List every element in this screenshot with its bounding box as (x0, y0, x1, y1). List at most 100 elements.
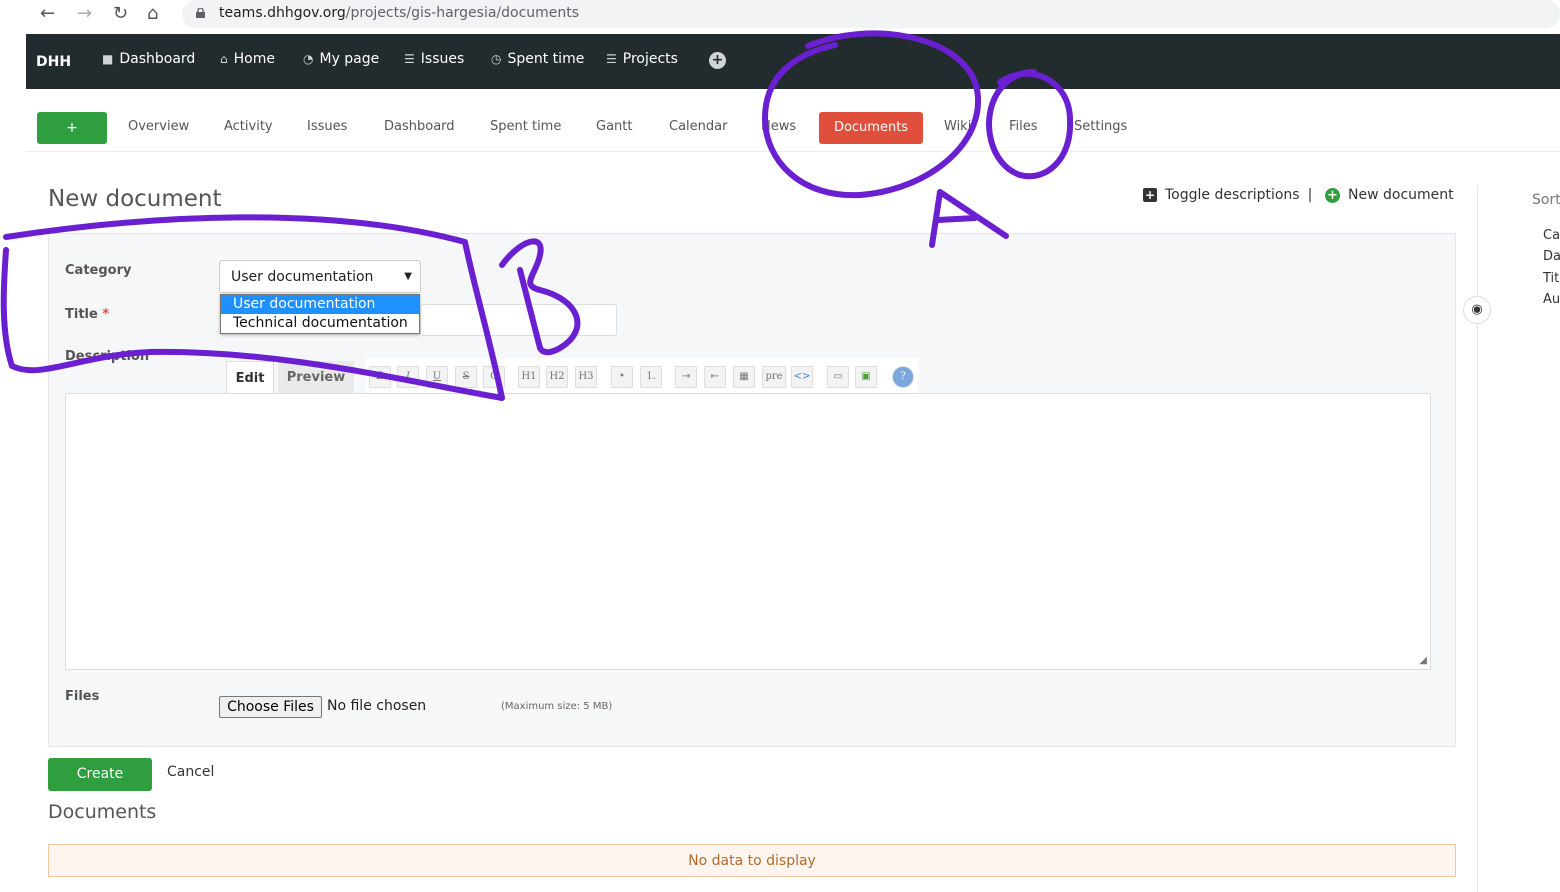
topnav-home[interactable]: ⌂ Home (220, 51, 275, 67)
category-select[interactable]: User documentation ▼ (219, 260, 421, 293)
tab-calendar[interactable]: Calendar (669, 119, 727, 134)
browser-bar: ← → ↻ ⌂ teams.dhhgov.org/projects/gis-ha… (0, 0, 1560, 30)
tab-activity[interactable]: Activity (224, 119, 273, 134)
option-user-documentation[interactable]: User documentation (221, 295, 419, 314)
cancel-link[interactable]: Cancel (167, 764, 214, 780)
category-value: User documentation (231, 269, 374, 285)
new-document-link[interactable]: + New document (1325, 187, 1454, 203)
description-label: Description (65, 349, 150, 364)
tab-edit[interactable]: Edit (226, 361, 274, 394)
topnav-issues[interactable]: ☰ Issues (404, 51, 464, 67)
topnav-label: Dashboard (119, 51, 196, 67)
table-button[interactable]: ▦ (733, 366, 755, 388)
plus-square-icon: + (1143, 188, 1157, 202)
list-icon: ☰ (404, 52, 415, 66)
italic-button[interactable]: I (397, 366, 419, 388)
strikethrough-button[interactable]: S (455, 366, 477, 388)
topnav-projects[interactable]: ☰ Projects (606, 51, 678, 67)
tab-issues[interactable]: Issues (307, 119, 347, 134)
indent-left-button[interactable]: ⇤ (704, 366, 726, 388)
link-button[interactable]: ▭ (827, 366, 849, 388)
tab-files[interactable]: Files (1009, 119, 1038, 134)
home-icon: ⌂ (220, 52, 228, 66)
required-mark: * (102, 307, 110, 322)
bold-button[interactable]: B (369, 366, 391, 388)
reload-icon[interactable]: ↻ (113, 4, 128, 24)
title-label-text: Title (65, 307, 98, 322)
code-highlight-button[interactable]: <> (791, 366, 813, 388)
description-textarea[interactable]: ◢ (65, 393, 1431, 670)
page-title: New document (48, 186, 222, 212)
topnav-spent-time[interactable]: ◷ Spent time (491, 51, 584, 67)
add-button[interactable]: + (37, 112, 107, 144)
title-input[interactable] (420, 304, 617, 336)
files-label: Files (65, 689, 100, 704)
tab-documents[interactable]: Documents (819, 112, 923, 144)
gauge-icon: ◔ (303, 52, 314, 66)
tab-gantt[interactable]: Gantt (596, 119, 632, 134)
sidebar-item[interactable]: Titl (1543, 271, 1560, 286)
separator: | (1307, 187, 1313, 203)
sidebar-divider (1477, 185, 1478, 892)
resize-grip-icon[interactable]: ◢ (1419, 655, 1427, 666)
topnav-label: Spent time (507, 51, 585, 67)
h3-button[interactable]: H3 (575, 366, 597, 388)
top-navbar: DHH ■ Dashboard ⌂ Home ◔ My page ☰ Issues ◷ S… (26, 34, 1560, 89)
topnav-dashboard[interactable]: ■ Dashboard (102, 51, 195, 67)
back-icon[interactable]: ← (40, 4, 55, 24)
h2-button[interactable]: H2 (546, 366, 568, 388)
choose-files-button[interactable]: Choose Files (219, 696, 322, 718)
sidebar-item[interactable]: Au (1543, 292, 1560, 307)
topnav-my-page[interactable]: ◔ My page (303, 51, 379, 67)
code-button[interactable]: C (483, 366, 505, 388)
home-icon[interactable]: ⌂ (147, 4, 158, 24)
topnav-label: Issues (420, 51, 465, 67)
create-button[interactable]: Create (48, 758, 152, 791)
sidebar-item[interactable]: Ca (1543, 228, 1560, 243)
image-button[interactable]: ▣ (855, 366, 877, 388)
file-status: No file chosen (327, 698, 427, 714)
topnav-label: My page (319, 51, 380, 67)
no-data-message: No data to display (48, 844, 1456, 877)
url-path: /projects/gis-hargesia/documents (345, 5, 580, 21)
url-text[interactable]: teams.dhhgov.org/projects/gis-hargesia/d… (219, 5, 579, 21)
indent-right-button[interactable]: ⇥ (675, 366, 697, 388)
tab-spent-time[interactable]: Spent time (490, 119, 561, 134)
max-size-note: (Maximum size: 5 MB) (501, 701, 613, 712)
bullet-list-button[interactable]: • (611, 366, 633, 388)
list-icon: ☰ (606, 52, 617, 66)
numbered-list-button[interactable]: 1. (640, 366, 662, 388)
editor-tabs: Edit Preview (226, 361, 354, 394)
toggle-descriptions-link[interactable]: + Toggle descriptions | (1143, 187, 1312, 203)
sidebar-sort-heading: Sort (1532, 192, 1560, 208)
underline-button[interactable]: U (426, 366, 448, 388)
lock-icon (196, 8, 205, 18)
plus-circle-icon[interactable]: + (709, 52, 726, 69)
new-document-label: New document (1348, 187, 1454, 203)
topnav-label: Projects (622, 51, 678, 67)
brand-logo[interactable]: DHH (36, 54, 71, 70)
chevron-down-icon: ▼ (404, 271, 412, 282)
tab-wiki[interactable]: Wiki (944, 119, 971, 134)
tab-dashboard[interactable]: Dashboard (384, 119, 455, 134)
eye-icon[interactable]: ◉ (1463, 296, 1491, 324)
tab-overview[interactable]: Overview (128, 119, 189, 134)
editor-toolbar: B I U S C H1 H2 H3 • 1. ⇥ ⇤ ▦ pre <> ▭ ▣… (366, 358, 918, 394)
topnav-label: Home (233, 51, 275, 67)
documents-heading: Documents (48, 801, 157, 823)
pre-button[interactable]: pre (762, 366, 786, 388)
forward-icon[interactable]: → (77, 4, 92, 24)
category-dropdown: User documentation Technical documentati… (220, 294, 420, 334)
option-technical-documentation[interactable]: Technical documentation (221, 314, 419, 333)
h1-button[interactable]: H1 (518, 366, 540, 388)
tab-settings[interactable]: Settings (1074, 119, 1127, 134)
help-button[interactable]: ? (892, 366, 914, 388)
title-label: Title * (65, 307, 109, 322)
clock-icon: ◷ (491, 52, 502, 66)
url-host: teams.dhhgov.org (219, 5, 346, 21)
project-menu: + Overview Activity Issues Dashboard Spe… (26, 103, 1560, 152)
tab-preview[interactable]: Preview (278, 361, 354, 394)
sidebar-item[interactable]: Da (1543, 249, 1560, 264)
tab-news[interactable]: News (761, 119, 796, 134)
plus-circle-icon: + (1325, 187, 1340, 203)
